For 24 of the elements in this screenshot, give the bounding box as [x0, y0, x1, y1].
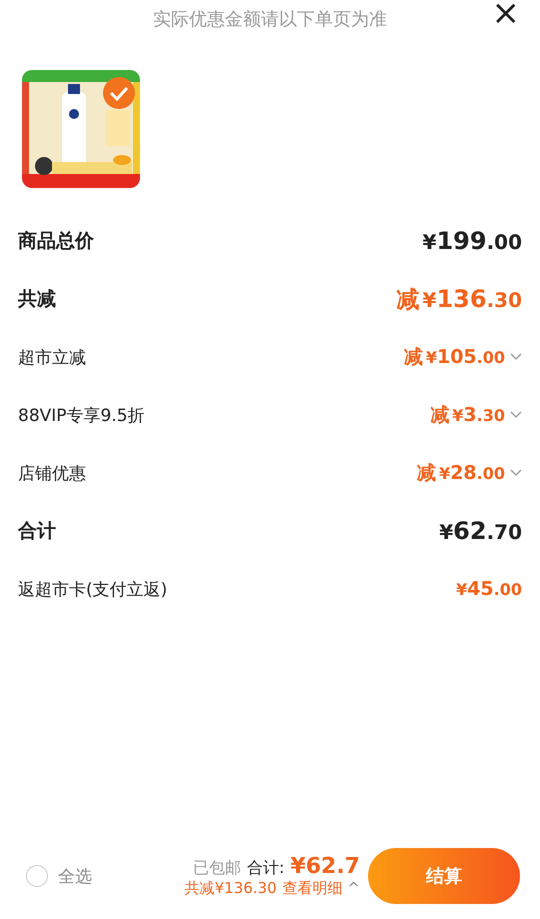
total-label: 合计: — [247, 858, 284, 879]
notice-text: 实际优惠金额请以下单页为准 — [153, 8, 387, 31]
select-all-label: 全选 — [58, 866, 92, 888]
total-amount: ¥62.7 — [290, 854, 360, 879]
radio-button[interactable] — [26, 865, 48, 887]
amount-text: 减¥105.00 — [404, 345, 505, 370]
row-label: 共减 — [18, 287, 56, 312]
row-label: 88VIP专享9.5折 — [18, 404, 145, 426]
shipping-text: 已包邮 — [193, 858, 242, 879]
amount-text: ¥199.00 — [422, 227, 522, 255]
amount-text: ¥62.70 — [439, 517, 522, 545]
amount-text: 减¥3.30 — [430, 403, 505, 428]
amount-text: 减¥136.30 — [396, 284, 522, 314]
amount-text: ¥45.00 — [456, 578, 522, 600]
details-link[interactable]: 查看明细 ^ — [282, 879, 360, 898]
row-label: 超市立减 — [18, 346, 86, 368]
checkout-button[interactable]: 结算 — [368, 848, 520, 904]
row-label: 合计 — [18, 519, 56, 544]
saved-amount: 共减¥136.30 — [184, 879, 277, 898]
row-label: 商品总价 — [18, 229, 94, 254]
row-label: 返超市卡(支付立返) — [18, 578, 168, 600]
amount-text: 减¥28.00 — [417, 461, 505, 486]
row-label: 店铺优惠 — [18, 462, 86, 484]
close-button[interactable]: × — [492, 0, 520, 30]
